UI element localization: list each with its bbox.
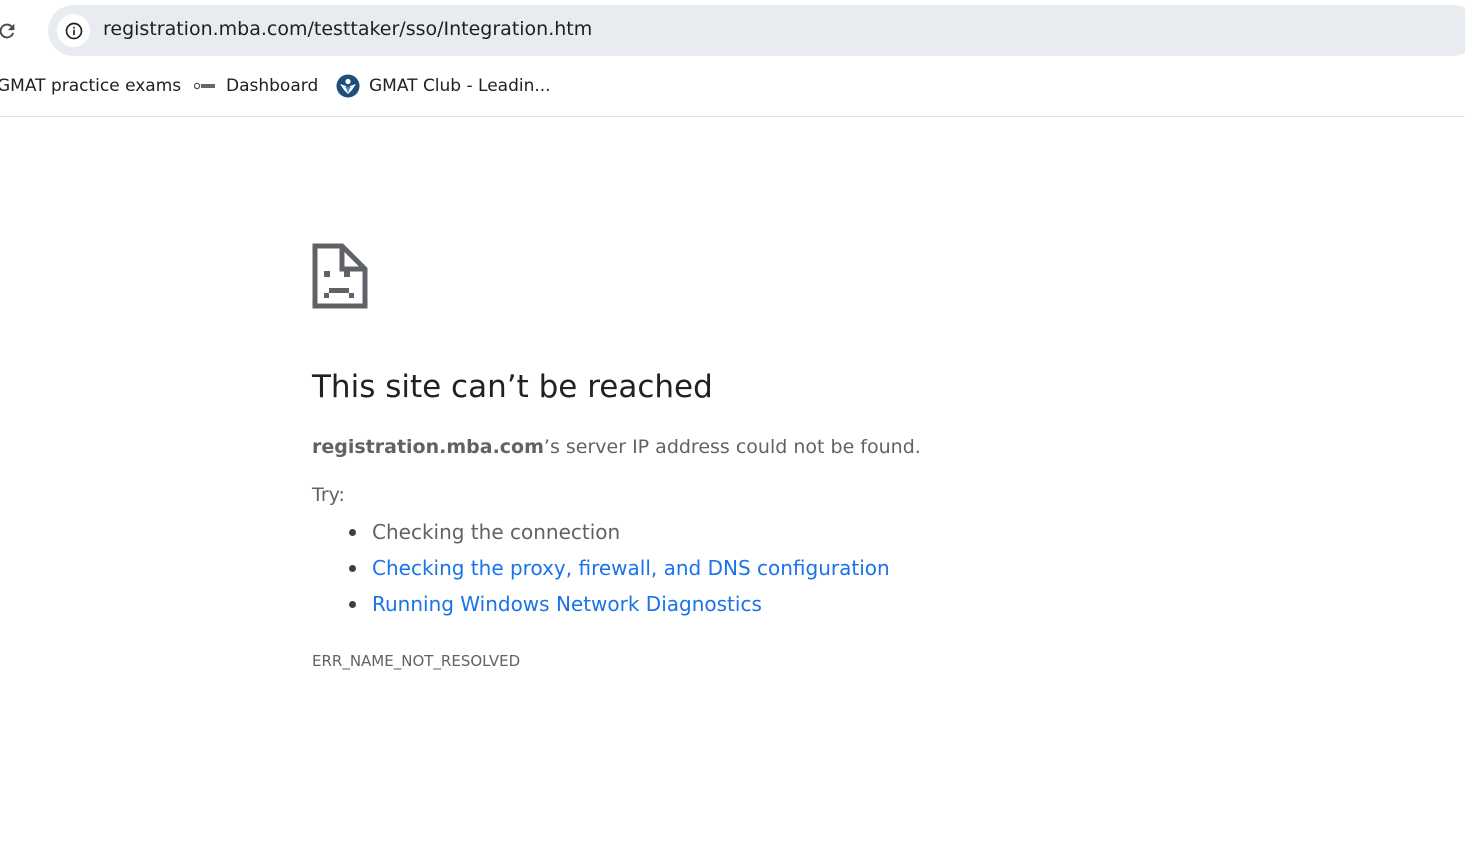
proxy-firewall-dns-link[interactable]: Checking the proxy, firewall, and DNS co…	[372, 556, 890, 580]
url-text[interactable]: registration.mba.com/testtaker/sso/Integ…	[103, 18, 592, 40]
suggestion-label: Checking the connection	[372, 520, 621, 544]
error-description: registration.mba.com’s server IP address…	[312, 436, 921, 458]
gmat-logo-icon	[193, 74, 217, 98]
sad-page-icon	[312, 243, 368, 309]
network-diagnostics-link[interactable]: Running Windows Network Diagnostics	[372, 592, 762, 616]
suggestion-check-connection: Checking the connection	[312, 514, 890, 550]
suggestion-check-proxy[interactable]: Checking the proxy, firewall, and DNS co…	[312, 550, 890, 586]
error-code: ERR_NAME_NOT_RESOLVED	[312, 652, 521, 670]
bookmark-label: GMAT Club - Leadin...	[369, 76, 551, 96]
error-title: This site can’t be reached	[312, 369, 713, 405]
bookmark-gmat-club[interactable]: GMAT Club - Leadin...	[336, 67, 551, 105]
bookmark-label: GMAT practice exams	[0, 76, 182, 96]
address-bar[interactable]: registration.mba.com/testtaker/sso/Integ…	[48, 5, 1465, 56]
error-message: ’s server IP address could not be found.	[543, 436, 921, 458]
bookmark-gmat-practice-exams[interactable]: GMAT practice exams	[0, 67, 181, 105]
try-label: Try:	[312, 484, 345, 506]
gmat-club-icon	[336, 74, 360, 98]
error-host: registration.mba.com	[312, 436, 544, 458]
browser-toolbar: registration.mba.com/testtaker/sso/Integ…	[0, 0, 1465, 117]
suggestions-list: Checking the connection Checking the pro…	[312, 514, 890, 622]
bookmark-label: Dashboard	[226, 76, 319, 96]
bookmark-dashboard[interactable]: Dashboard	[193, 67, 318, 105]
reload-icon[interactable]	[0, 20, 18, 42]
site-info-icon[interactable]	[57, 14, 90, 47]
suggestion-network-diagnostics[interactable]: Running Windows Network Diagnostics	[312, 586, 890, 622]
